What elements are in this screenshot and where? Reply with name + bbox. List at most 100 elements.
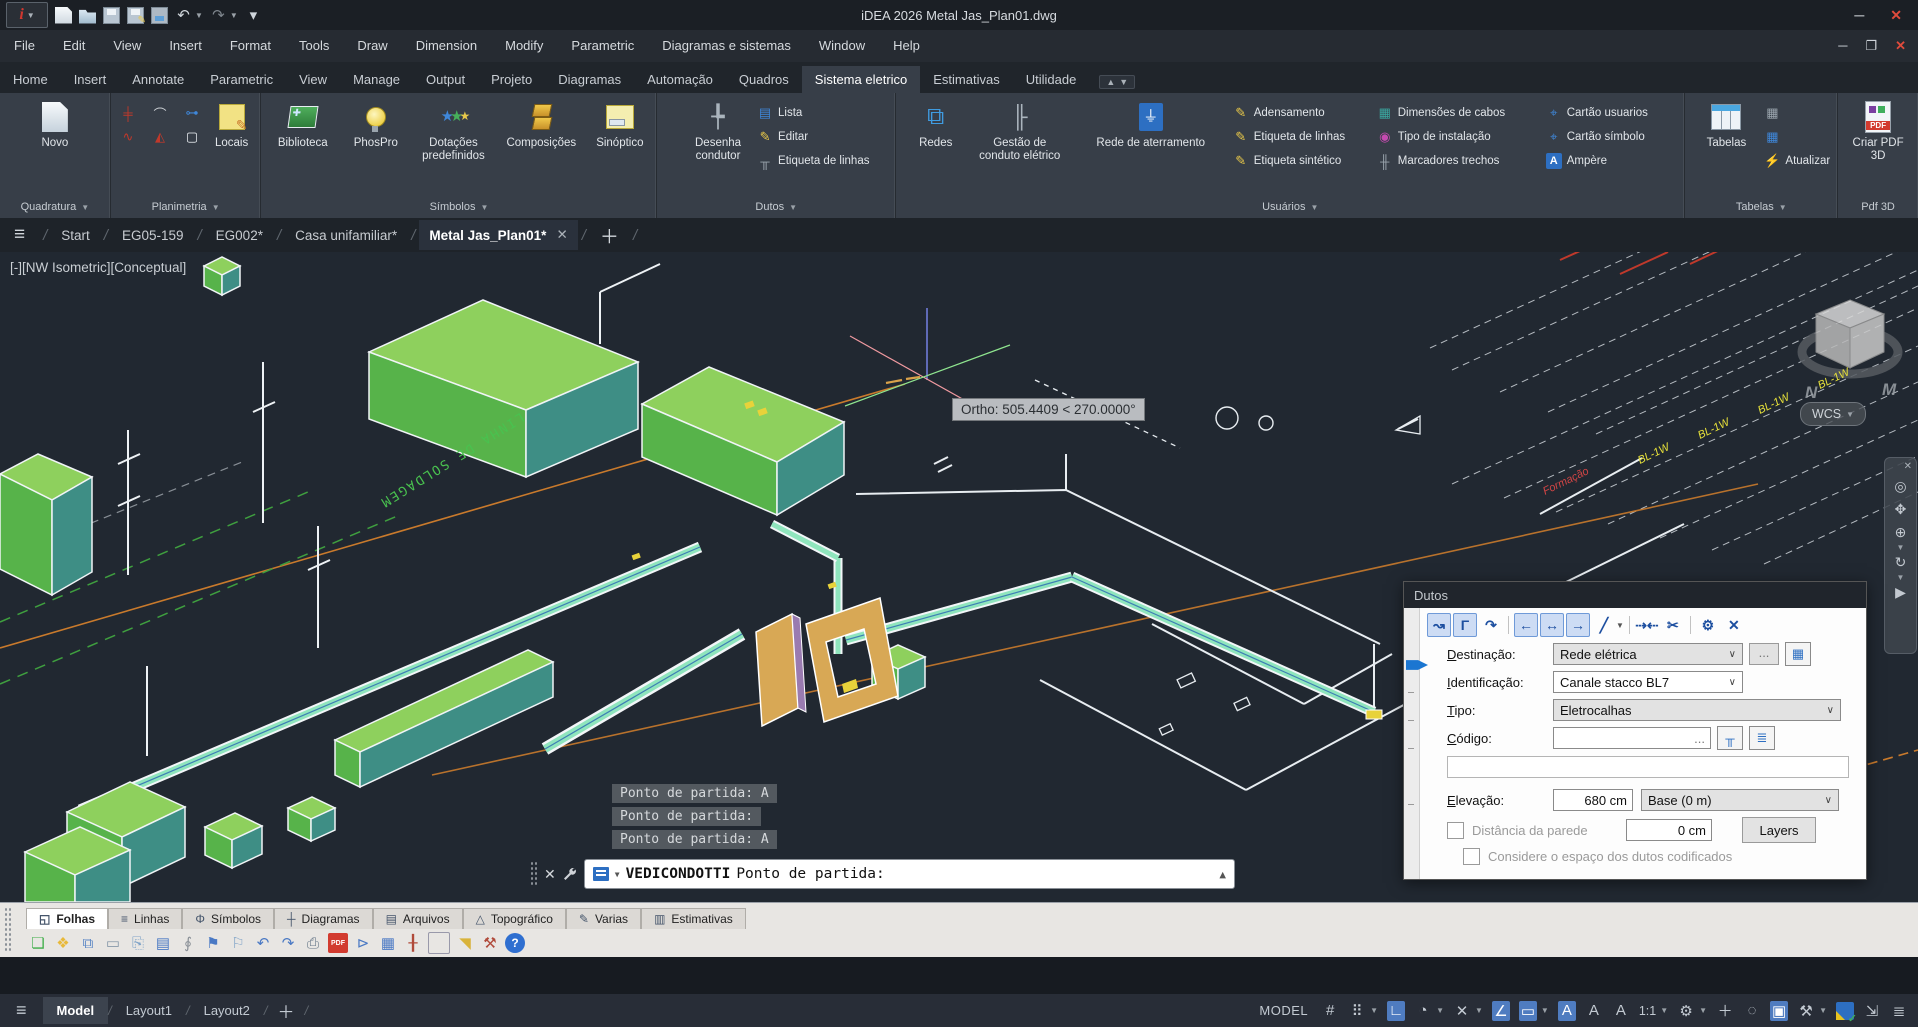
chevron-down-icon[interactable]: ▼ — [1699, 1006, 1707, 1015]
polar-tracking-icon[interactable]: ◔ — [1414, 1001, 1432, 1021]
corner-duct-button[interactable]: Γ — [1453, 613, 1477, 637]
etiqueta-de-linhas-button[interactable]: ✎Etiqueta de linhas — [1233, 127, 1373, 147]
chevron-down-icon[interactable]: ▼ — [1541, 1006, 1549, 1015]
model-space-badge[interactable]: MODEL — [1259, 1003, 1308, 1018]
panel-label-dutos[interactable]: Dutos▼ — [657, 196, 895, 218]
bookmark-add-icon[interactable]: ⚑ — [203, 933, 223, 953]
pan-icon[interactable]: ✥ — [1895, 501, 1907, 518]
list-lines-icon-button[interactable]: ≣ — [1749, 726, 1775, 750]
chevron-down-icon[interactable]: ▼ — [1897, 543, 1905, 552]
workspace-gear-icon[interactable]: ⚙ — [1677, 1001, 1695, 1021]
tipo-select[interactable]: Eletrocalhas∨ — [1553, 699, 1841, 721]
doc-minimize-button[interactable]: ─ — [1838, 38, 1847, 54]
osnap-angle-icon[interactable]: ∠ — [1492, 1001, 1510, 1021]
recent-commands-icon[interactable] — [593, 867, 609, 881]
chevron-down-icon[interactable]: ▼ — [1370, 1006, 1378, 1015]
tab-varias[interactable]: ✎Varias — [566, 908, 641, 929]
identificacao-combo[interactable]: Canale stacco BL7∨ — [1553, 671, 1743, 693]
undo-dropdown-icon[interactable]: ▼ — [195, 11, 203, 20]
model-viewport[interactable]: N M BL-1W BL-1W BL-1W BL-1W Formação [-]… — [0, 252, 1918, 902]
panel-label-simbolos[interactable]: Símbolos▼ — [261, 196, 656, 218]
view-cube[interactable]: N M — [1802, 300, 1898, 402]
tipo-instalacao-button[interactable]: ◉Tipo de instalação — [1377, 127, 1542, 147]
pdf-export-icon[interactable]: PDF — [328, 933, 348, 953]
compass-n[interactable]: N — [1805, 383, 1818, 402]
menu-draw[interactable]: Draw — [343, 30, 401, 62]
ribbon-tab-home[interactable]: Home — [0, 66, 61, 93]
file-tab-casa-unifamiliar[interactable]: Casa unifamiliar* — [285, 221, 407, 250]
redo-icon[interactable]: ↷ — [210, 7, 227, 24]
curve-tool-icon[interactable]: ⌒ — [152, 105, 168, 121]
tabelas-button[interactable]: Tabelas — [1692, 97, 1760, 153]
customization-menu-icon[interactable]: ≣ — [1890, 1001, 1908, 1021]
attach-icon[interactable]: ∮ — [178, 933, 198, 953]
sheet-icon[interactable]: ▭ — [103, 933, 123, 953]
customize-wrench-icon[interactable] — [562, 866, 578, 882]
direction-left-button[interactable]: ← — [1514, 613, 1538, 637]
base-select[interactable]: Base (0 m)∨ — [1641, 789, 1839, 811]
annotation-visibility-icon[interactable]: A — [1558, 1001, 1576, 1021]
menu-insert[interactable]: Insert — [155, 30, 216, 62]
squiggle-tool-icon[interactable]: ∿ — [120, 129, 136, 145]
menu-view[interactable]: View — [99, 30, 155, 62]
save-as-icon[interactable] — [127, 7, 144, 24]
ribbon-collapse-button[interactable]: ▲▼ — [1099, 75, 1135, 89]
desenha-condutor-button[interactable]: ╄Desenha condutor — [683, 97, 753, 166]
cartao-simbolo-button[interactable]: ⌖Cartão símbolo — [1546, 127, 1676, 147]
annotation-scale-icon[interactable]: A — [1612, 1001, 1630, 1021]
osnap-toggle-icon[interactable]: ▭ — [1519, 1001, 1537, 1021]
new-tab-button[interactable]: ＋ — [590, 222, 629, 249]
preview-icon[interactable]: ⊳ — [353, 933, 373, 953]
navbar-close-icon[interactable]: ✕ — [1904, 461, 1912, 472]
isolate-objects-icon[interactable]: ◌ — [1743, 1001, 1761, 1021]
elevacao-input[interactable]: 680 cm — [1553, 789, 1633, 811]
layout-tab-layout2[interactable]: Layout2 — [190, 997, 264, 1024]
add-toggle-icon[interactable]: ＋ — [1716, 1001, 1734, 1021]
considere-checkbox[interactable] — [1463, 848, 1480, 865]
command-drag-handle[interactable] — [530, 861, 538, 887]
redo-icon[interactable]: ↷ — [278, 933, 298, 953]
tab-topografico[interactable]: △Topográfico — [463, 908, 566, 929]
redo-dropdown-icon[interactable]: ▼ — [230, 11, 238, 20]
ribbon-tab-diagramas[interactable]: Diagramas — [545, 66, 634, 93]
wcs-control[interactable]: WCS▼ — [1800, 402, 1866, 426]
phospro-button[interactable]: PhosPro — [344, 97, 407, 153]
menu-window[interactable]: Window — [805, 30, 879, 62]
zoom-icon[interactable]: ⊕ — [1895, 524, 1907, 541]
dimension-tools-icon[interactable]: ╂ — [403, 933, 423, 953]
annotation-scale-value[interactable]: 1:1 — [1639, 1004, 1656, 1018]
minimize-button[interactable]: ─ — [1854, 7, 1864, 23]
chevron-down-icon[interactable]: ▼ — [1660, 1006, 1668, 1015]
expand-history-icon[interactable]: ▲ — [1219, 868, 1226, 881]
file-tab-metal-jas-plan01[interactable]: Metal Jas_Plan01*✕ — [419, 220, 577, 250]
file-tab-start[interactable]: Start — [51, 221, 100, 250]
orbit-icon[interactable]: ↻ — [1895, 554, 1907, 571]
grid-toggle-icon[interactable]: # — [1321, 1001, 1339, 1021]
save-icon[interactable] — [103, 7, 120, 24]
table-export-button[interactable]: ▦ — [1764, 103, 1830, 123]
new-file-icon[interactable] — [55, 7, 72, 24]
composicoes-button[interactable]: Composições — [499, 97, 583, 153]
half-fill-icon[interactable]: ◭ — [152, 129, 168, 145]
help-icon[interactable]: ? — [505, 933, 525, 953]
layout-menu-icon[interactable]: ≡ — [0, 1000, 43, 1021]
app-logo-button[interactable]: i▼ — [6, 2, 48, 28]
menu-diagramas-e-sistemas[interactable]: Diagramas e sistemas — [648, 30, 805, 62]
locais-button[interactable]: Locais — [212, 97, 251, 153]
menu-dimension[interactable]: Dimension — [402, 30, 491, 62]
file-tab-eg002[interactable]: EG002* — [206, 221, 273, 250]
chevron-down-icon[interactable]: ▼ — [1897, 573, 1905, 582]
annotation-auto-icon[interactable]: A — [1585, 1001, 1603, 1021]
chevron-down-icon[interactable]: ▼ — [615, 870, 620, 879]
chevron-down-icon[interactable]: ▼ — [1436, 1006, 1444, 1015]
arc-duct-button[interactable]: ↷ — [1479, 613, 1503, 637]
etiqueta-sintetico-button[interactable]: ✎Etiqueta sintético — [1233, 151, 1373, 171]
chevron-down-icon[interactable]: ▼ — [1616, 621, 1624, 630]
clean-screen-icon[interactable]: ⇲ — [1863, 1001, 1881, 1021]
sheet-properties-icon[interactable]: ▤ — [153, 933, 173, 953]
ortho-toggle-icon[interactable]: ∟ — [1387, 1001, 1405, 1021]
steering-wheel-icon[interactable]: ◎ — [1894, 478, 1906, 495]
direction-both-button[interactable]: ↔ — [1540, 613, 1564, 637]
axis-marks-icon[interactable]: ╪ — [120, 105, 136, 121]
clean-broom-icon[interactable]: ◥ — [455, 933, 475, 953]
